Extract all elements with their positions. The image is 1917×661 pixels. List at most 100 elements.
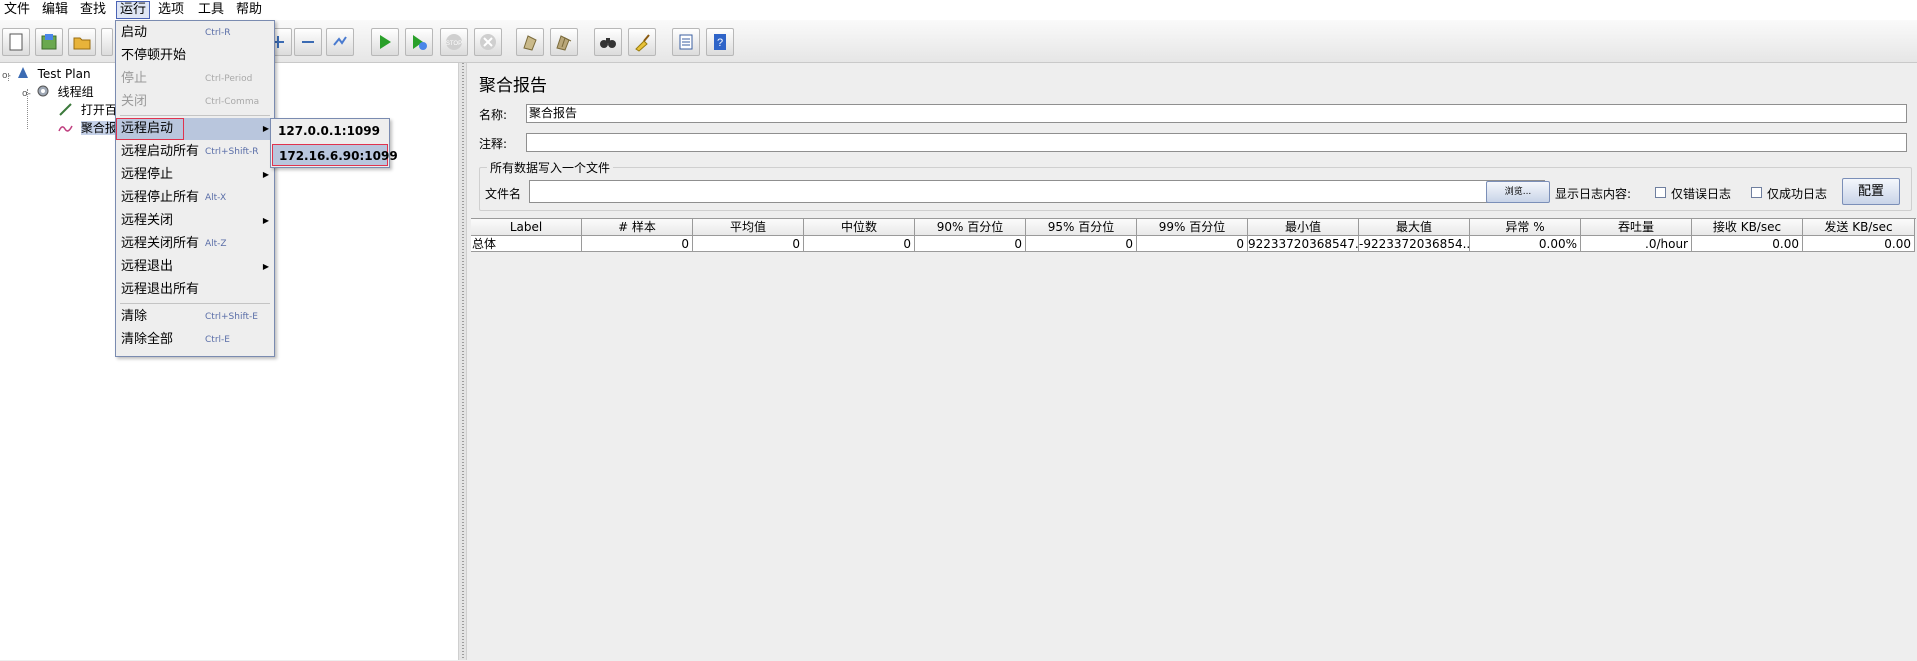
menu-item-accel: Alt-Z bbox=[205, 239, 227, 249]
table-header[interactable]: 90% 百分位 bbox=[915, 219, 1026, 236]
menu-item-shutdown[interactable]: 关闭 Ctrl-Comma bbox=[117, 91, 273, 113]
filename-field[interactable] bbox=[529, 180, 1545, 203]
menu-item-label: 远程退出 bbox=[121, 259, 174, 274]
table-cell[interactable]: 0.00 bbox=[1692, 236, 1803, 252]
chevron-right-icon: ▶ bbox=[262, 124, 269, 133]
menu-item-remote-stop[interactable]: 远程停止 ▶ bbox=[117, 164, 273, 186]
table-cell[interactable]: 0 bbox=[915, 236, 1026, 252]
reset-search-icon[interactable] bbox=[628, 28, 656, 56]
remote-start-submenu: 127.0.0.1:1099 172.16.6.90:1099 bbox=[270, 118, 398, 168]
pipette-icon bbox=[58, 102, 74, 116]
menu-file[interactable]: 文件 bbox=[1, 1, 33, 19]
tree-node-aggregate-report[interactable]: 聚合报 bbox=[58, 119, 117, 137]
menu-item-remote-shutdown-all[interactable]: 远程关闭所有 Alt-Z bbox=[117, 233, 273, 255]
menu-help[interactable]: 帮助 bbox=[233, 1, 265, 19]
menu-edit[interactable]: 编辑 bbox=[39, 1, 71, 19]
menu-item-remote-start-all[interactable]: 远程启动所有 Ctrl+Shift-R bbox=[117, 141, 273, 163]
menu-item-remote-shutdown[interactable]: 远程关闭 ▶ bbox=[117, 210, 273, 232]
menu-item-label: 远程停止所有 bbox=[121, 190, 200, 205]
menu-item-accel: Alt-X bbox=[205, 193, 227, 203]
table-header[interactable]: 发送 KB/sec bbox=[1803, 219, 1915, 236]
menu-tools[interactable]: 工具 bbox=[195, 1, 227, 19]
remote-host-item[interactable]: 172.16.6.90:1099 bbox=[272, 144, 398, 166]
menu-item-remote-stop-all[interactable]: 远程停止所有 Alt-X bbox=[117, 187, 273, 209]
stop-icon[interactable]: STOP bbox=[440, 28, 468, 56]
start-icon[interactable] bbox=[371, 28, 399, 56]
new-icon[interactable] bbox=[2, 28, 30, 56]
tree-node-test-plan[interactable]: o- Test Plan bbox=[2, 65, 91, 83]
menu-item-clear-all[interactable]: 清除全部 Ctrl-E bbox=[117, 329, 273, 351]
table-header[interactable]: 平均值 bbox=[693, 219, 804, 236]
results-table: Label # 样本 平均值 中位数 90% 百分位 95% 百分位 99% 百… bbox=[471, 218, 1916, 661]
menu-run[interactable]: 运行 bbox=[116, 1, 151, 19]
clear-all-icon[interactable] bbox=[550, 28, 578, 56]
tree-label: 聚合报 bbox=[80, 121, 117, 135]
start-no-pause-icon[interactable] bbox=[405, 28, 433, 56]
table-header[interactable]: 最大值 bbox=[1359, 219, 1470, 236]
clear-icon[interactable] bbox=[516, 28, 544, 56]
table-header[interactable]: 异常 % bbox=[1470, 219, 1581, 236]
menu-item-label: 远程关闭所有 bbox=[121, 236, 200, 251]
table-cell[interactable]: -9223372036854... bbox=[1359, 236, 1470, 252]
table-header[interactable]: # 样本 bbox=[582, 219, 693, 236]
menu-bar: 文件 编辑 查找 运行 选项 工具 帮助 bbox=[0, 0, 1917, 20]
table-cell[interactable]: 0 bbox=[804, 236, 915, 252]
menu-item-label: 清除全部 bbox=[121, 332, 174, 347]
table-cell[interactable]: 0 bbox=[1026, 236, 1137, 252]
table-header[interactable]: 接收 KB/sec bbox=[1692, 219, 1803, 236]
menu-item-label: 停止 bbox=[121, 71, 148, 86]
menu-item-accel: Ctrl-Comma bbox=[205, 97, 260, 107]
table-cell[interactable]: 0 bbox=[1137, 236, 1248, 252]
errors-only-checkbox[interactable] bbox=[1655, 187, 1666, 198]
pane-splitter[interactable] bbox=[458, 63, 467, 660]
menu-item-start[interactable]: 启动 Ctrl-R bbox=[117, 22, 273, 44]
table-cell[interactable]: .0/hour bbox=[1581, 236, 1692, 252]
menu-item-label: 远程启动所有 bbox=[121, 144, 200, 159]
open-icon[interactable] bbox=[68, 28, 96, 56]
table-cell[interactable]: 92233720368547... bbox=[1248, 236, 1359, 252]
table-cell[interactable]: 0 bbox=[582, 236, 693, 252]
browse-button[interactable]: 浏览... bbox=[1486, 181, 1550, 203]
menu-item-label: 清除 bbox=[121, 309, 148, 324]
table-header[interactable]: 99% 百分位 bbox=[1137, 219, 1248, 236]
table-header[interactable]: 最小值 bbox=[1248, 219, 1359, 236]
search-icon[interactable] bbox=[594, 28, 622, 56]
gear-icon bbox=[35, 84, 51, 98]
menu-item-stop[interactable]: 停止 Ctrl-Period bbox=[117, 68, 273, 90]
tree-node-sampler[interactable]: 打开百 bbox=[58, 101, 117, 119]
function-helper-icon[interactable] bbox=[672, 28, 700, 56]
configure-button[interactable]: 配置 bbox=[1842, 178, 1900, 205]
table-cell[interactable]: 0.00 bbox=[1803, 236, 1915, 252]
tree-label: Test Plan bbox=[37, 67, 91, 81]
comment-field[interactable] bbox=[526, 133, 1907, 152]
menu-item-start-no-pause[interactable]: 不停顿开始 bbox=[117, 45, 273, 67]
menu-item-remote-start[interactable]: 远程启动 ▶ bbox=[116, 118, 273, 140]
tree-node-thread-group[interactable]: o- 线程组 bbox=[22, 83, 94, 101]
table-header[interactable]: 95% 百分位 bbox=[1026, 219, 1137, 236]
templates-icon[interactable] bbox=[35, 28, 63, 56]
shutdown-icon[interactable] bbox=[474, 28, 502, 56]
table-header[interactable]: 吞吐量 bbox=[1581, 219, 1692, 236]
table-cell[interactable]: 0 bbox=[693, 236, 804, 252]
toggle-icon[interactable] bbox=[326, 28, 354, 56]
table-cell[interactable]: 0.00% bbox=[1470, 236, 1581, 252]
menu-item-remote-exit[interactable]: 远程退出 ▶ bbox=[117, 256, 273, 278]
table-cell[interactable]: 总体 bbox=[471, 236, 582, 252]
menu-options[interactable]: 选项 bbox=[155, 1, 187, 19]
name-field[interactable]: 聚合报告 bbox=[526, 104, 1907, 123]
help-icon[interactable]: ? bbox=[706, 28, 734, 56]
filename-label: 文件名 bbox=[485, 187, 522, 201]
menu-item-remote-exit-all[interactable]: 远程退出所有 bbox=[117, 279, 273, 301]
menu-item-label: 远程关闭 bbox=[121, 213, 174, 228]
success-only-checkbox[interactable] bbox=[1751, 187, 1762, 198]
menu-search[interactable]: 查找 bbox=[77, 1, 109, 19]
chevron-right-icon: ▶ bbox=[262, 262, 269, 271]
menu-item-clear[interactable]: 清除 Ctrl+Shift-E bbox=[117, 306, 273, 328]
test-plan-icon bbox=[15, 66, 31, 80]
table-header[interactable]: Label bbox=[471, 219, 582, 236]
table-header[interactable]: 中位数 bbox=[804, 219, 915, 236]
collapse-icon[interactable] bbox=[294, 28, 322, 56]
save-icon[interactable] bbox=[101, 28, 113, 56]
remote-host-item[interactable]: 127.0.0.1:1099 bbox=[272, 120, 388, 142]
menu-separator bbox=[120, 303, 270, 304]
